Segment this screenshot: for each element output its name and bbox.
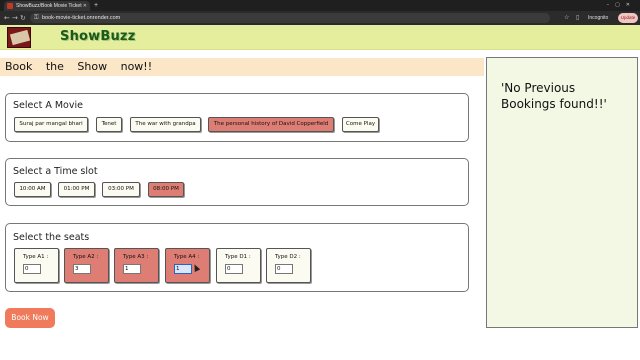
movie-panel-title: Select A Movie [13,100,83,111]
address-bar[interactable]: ⚿ book-movie-ticket.onrender.com [30,13,550,23]
movie-option[interactable]: Suraj par mangal bhari [14,117,88,132]
seat-quantity-input-focused[interactable]: 1 [174,264,192,274]
favicon-icon [7,3,13,9]
lock-icon[interactable]: ⚿ [34,14,39,22]
timeslot-option[interactable]: 03:00 PM [102,182,140,197]
incognito-indicator[interactable]: Incognito [588,14,608,22]
sidebar-icon[interactable]: ▯ [576,14,579,22]
page-title: Book the Show now!! [5,60,153,73]
movie-option[interactable]: Tenet [96,117,122,132]
seat-label: Type A1 : [23,254,49,260]
seat-quantity-input[interactable]: 0 [275,264,293,274]
seat-quantity-input[interactable]: 0 [225,264,243,274]
seat-quantity-input[interactable]: 0 [23,264,41,274]
browser-toolbar: ← → ↻ ⚿ book-movie-ticket.onrender.com ☆… [0,11,640,25]
close-icon[interactable]: ✕ [83,2,87,10]
seat-label: Type A2 : [73,254,99,260]
reload-icon[interactable]: ↻ [20,13,26,23]
window-controls[interactable]: –▢✕ [607,1,636,10]
url-text[interactable]: book-movie-ticket.onrender.com [42,14,120,22]
browser-tabstrip: ShowBuzz/Book Movie Ticket ✕ + –▢✕ [0,0,640,11]
update-button[interactable]: Update [618,13,638,23]
seat-label: Type A4 : [174,254,200,260]
timeslot-option[interactable]: 10:00 AM [14,182,51,197]
seat-card-a4[interactable]: Type A4 : 1 [165,248,210,283]
seat-card-a3[interactable]: Type A3 : 1 [114,248,159,283]
logo-icon [7,27,31,48]
seat-card-a1[interactable]: Type A1 : 0 [14,248,59,283]
seat-card-d2[interactable]: Type D2 : 0 [266,248,311,283]
star-icon[interactable]: ☆ [564,14,569,22]
seat-card-d1[interactable]: Type D1 : 0 [216,248,261,283]
timeslot-option[interactable]: 01:00 PM [58,182,95,197]
movie-option-selected[interactable]: The personal history of David Copperfiel… [208,117,334,132]
timeslot-panel-title: Select a Time slot [13,166,98,177]
timeslot-option-selected[interactable]: 08:00 PM [148,182,184,197]
book-now-button[interactable]: Book Now [5,308,55,328]
movie-option[interactable]: The war with grandpa [130,117,201,132]
new-tab-button[interactable]: + [94,1,98,10]
brand-title: ShowBuzz [60,29,136,44]
seat-label: Type D1 : [225,254,251,260]
movie-option[interactable]: Come Play [342,117,379,132]
previous-bookings-panel: 'No Previous Bookings found!!' [486,57,638,328]
seat-quantity-input[interactable]: 3 [73,264,91,274]
seats-panel-title: Select the seats [13,232,90,243]
seat-quantity-input[interactable]: 1 [123,264,141,274]
seat-label: Type A3 : [123,254,149,260]
forward-icon[interactable]: → [12,13,18,23]
browser-tab[interactable]: ShowBuzz/Book Movie Ticket ✕ [4,1,90,11]
seat-label: Type D2 : [275,254,301,260]
seat-card-a2[interactable]: Type A2 : 3 [64,248,109,283]
back-icon[interactable]: ← [4,13,10,23]
no-bookings-message: 'No Previous Bookings found!!' [501,81,607,111]
tab-title: ShowBuzz/Book Movie Ticket [16,3,82,9]
